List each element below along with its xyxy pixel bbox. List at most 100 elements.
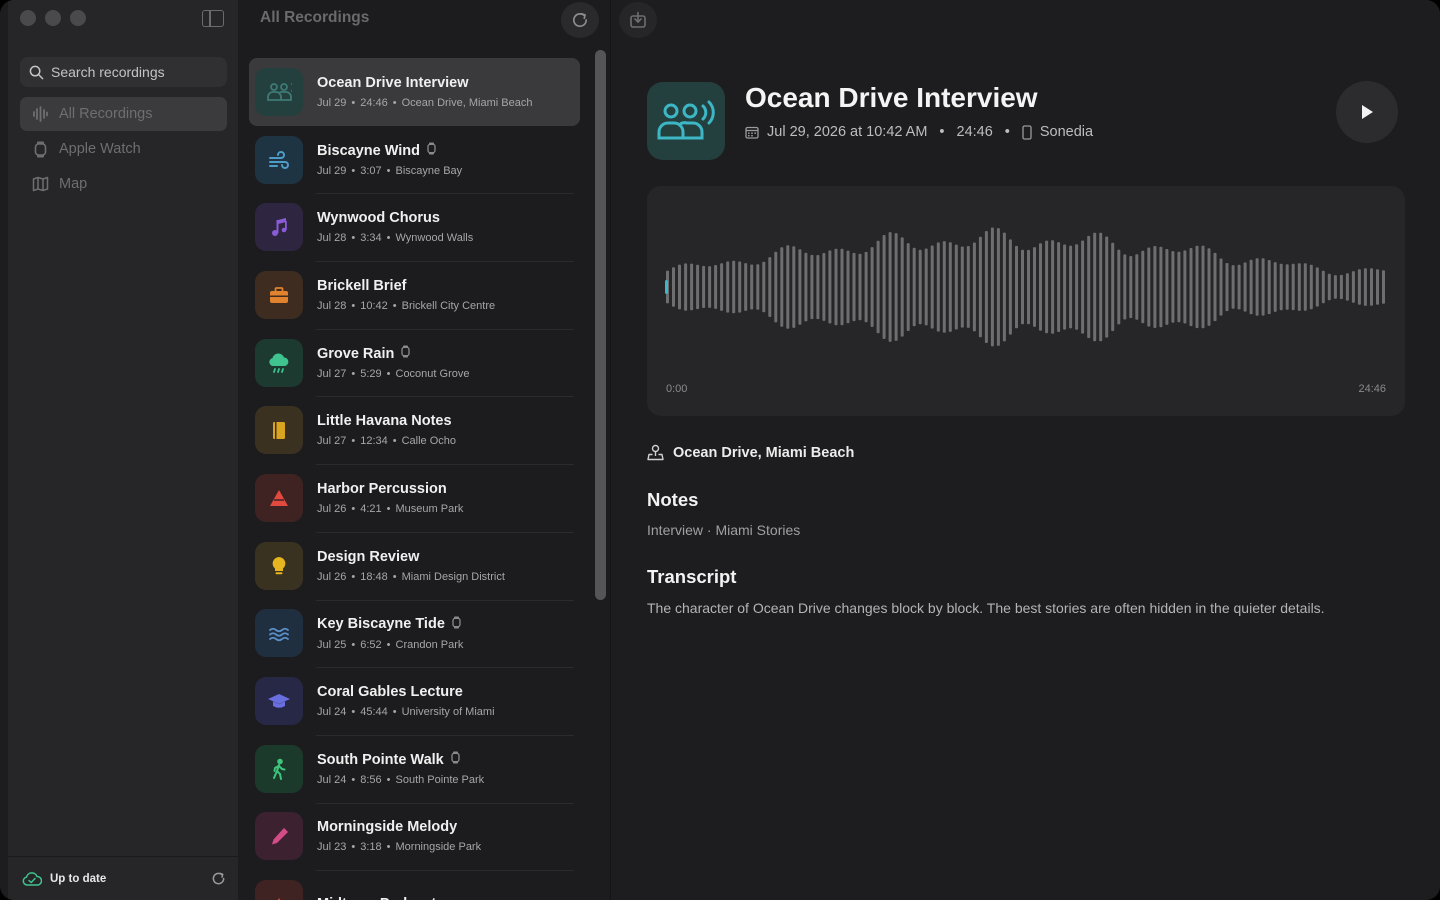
recording-list-item[interactable]: Brickell Brief Jul 28 • 10:42 • Brickell City… xyxy=(249,261,580,329)
recording-list-item[interactable]: Biscayne Wind Jul 29 • 3:07 • Biscayne Bay xyxy=(249,126,580,194)
zoom-window-button[interactable] xyxy=(70,10,86,26)
waveform-player[interactable]: 0:00 24:46 xyxy=(647,186,1405,416)
recording-text: Morningside Melody Jul 23 • 3:18 • Morningsid… xyxy=(317,819,481,853)
waveform-bar xyxy=(882,235,886,339)
recording-list-item[interactable]: Wynwood Chorus Jul 28 • 3:34 • Wynwood Walls xyxy=(249,193,580,261)
recording-title: Coral Gables Lecture xyxy=(317,684,495,700)
sync-status-text: Up to date xyxy=(50,872,107,885)
sidebar-toggle-icon[interactable] xyxy=(202,10,224,27)
sync-status-bar: Up to date xyxy=(8,856,238,900)
waveform-bar xyxy=(942,241,946,333)
recording-meta: Jul 24 • 45:44 • University of Miami xyxy=(317,706,495,718)
meta-separator: • xyxy=(386,368,391,381)
recording-title: Harbor Percussion xyxy=(317,481,463,497)
waveform-bar xyxy=(1177,251,1181,323)
waveform-bar xyxy=(1171,251,1175,323)
recording-location: Crandon Park xyxy=(395,638,464,651)
sidebar-item-all-recordings[interactable]: All Recordings xyxy=(20,97,227,131)
lightbulb-icon xyxy=(272,556,286,574)
location-label: Ocean Drive, Miami Beach xyxy=(673,444,855,461)
waveform-bar xyxy=(732,260,736,314)
recordings-list: Ocean Drive Interview Jul 29 • 24:46 • Ocean … xyxy=(249,58,580,900)
waveform-bar xyxy=(1081,240,1085,334)
search-input[interactable] xyxy=(51,64,221,80)
meta-separator: • xyxy=(386,841,391,854)
waveform-bar xyxy=(1141,250,1145,324)
walking-icon xyxy=(273,758,286,780)
recording-icon-badge xyxy=(255,677,303,726)
cloud-check-icon xyxy=(22,871,42,886)
search-field[interactable] xyxy=(20,57,227,87)
waves-icon xyxy=(269,628,289,642)
meta-separator: • xyxy=(939,124,945,140)
waveform-bar xyxy=(936,242,940,332)
recording-location[interactable]: Ocean Drive, Miami Beach xyxy=(647,444,854,461)
recording-text: Grove Rain Jul 27 • 5:29 • Coconut Grove xyxy=(317,345,469,380)
waveform-bar xyxy=(1189,248,1193,327)
waveform-bar xyxy=(798,249,802,325)
recording-list-item[interactable]: Harbor Percussion Jul 26 • 4:21 • Museum Park xyxy=(249,464,580,532)
waveform-bar xyxy=(1075,244,1079,330)
waveform[interactable] xyxy=(665,222,1387,352)
waveform-bar xyxy=(1195,245,1199,329)
recording-list-item[interactable]: Little Havana Notes Jul 27 • 12:34 • Calle Oc… xyxy=(249,396,580,464)
close-window-button[interactable] xyxy=(20,10,36,26)
recording-list-item[interactable]: Midtown Podcast xyxy=(249,870,580,900)
waveform-bar xyxy=(834,248,838,326)
meta-separator: • xyxy=(386,774,391,787)
waveform-bar xyxy=(726,261,730,313)
mic-icon xyxy=(277,898,281,900)
waveform-bar xyxy=(786,245,790,329)
recording-duration: 6:52 xyxy=(360,638,382,651)
export-button[interactable] xyxy=(619,2,657,38)
recording-list-item[interactable]: South Pointe Walk Jul 24 • 8:56 • South Point… xyxy=(249,734,580,803)
recording-meta: Jul 23 • 3:18 • Morningside Park xyxy=(317,841,481,853)
waveform-bar xyxy=(1376,269,1379,305)
recording-icon-badge xyxy=(255,270,303,319)
notes-text[interactable]: Interview · Miami Stories xyxy=(647,522,800,538)
recording-date: Jul 27 xyxy=(317,435,347,448)
waveform-bar xyxy=(816,255,820,320)
minimize-window-button[interactable] xyxy=(45,10,61,26)
waveform-bar xyxy=(804,252,808,322)
recording-title-text: Morningside Melody xyxy=(317,819,458,836)
recording-list-item[interactable]: Grove Rain Jul 27 • 5:29 • Coconut Grove xyxy=(249,328,580,397)
waveform-bar xyxy=(1051,240,1055,334)
recording-meta: Jul 27 • 12:34 • Calle Ocho xyxy=(317,435,456,447)
play-button[interactable] xyxy=(1336,81,1398,143)
recording-title: Key Biscayne Tide xyxy=(317,616,463,633)
sidebar-item-map[interactable]: Map xyxy=(20,167,227,201)
recording-location: Brickell City Centre xyxy=(401,299,496,312)
recordings-list-pane: All Recordings Ocean Drive Interview Jul … xyxy=(238,0,610,900)
waveform-bar xyxy=(1015,245,1018,329)
waveform-bar xyxy=(1002,232,1006,342)
waveform-bar xyxy=(1237,264,1241,310)
meta-separator: • xyxy=(351,706,356,719)
recording-location: Museum Park xyxy=(395,502,464,515)
recording-list-item[interactable]: Design Review Jul 26 • 18:48 • Miami Design D… xyxy=(249,531,580,600)
recording-title: Wynwood Chorus xyxy=(317,210,473,226)
waveform-bar xyxy=(1297,263,1301,311)
meta-separator: • xyxy=(351,232,356,245)
recording-icon-badge xyxy=(255,135,303,184)
recording-meta: Jul 28 • 10:42 • Brickell City Centre xyxy=(317,300,495,312)
recording-title-text: Key Biscayne Tide xyxy=(317,616,445,633)
recording-list-item[interactable]: Coral Gables Lecture Jul 24 • 45:44 • Univers… xyxy=(249,667,580,735)
recording-list-item[interactable]: Key Biscayne Tide Jul 25 • 6:52 • Crandon Par… xyxy=(249,599,580,668)
recording-list-item[interactable]: Morningside Melody Jul 23 • 3:18 • Morningsid… xyxy=(249,802,580,871)
sidebar-item-apple-watch[interactable]: Apple Watch xyxy=(20,132,227,166)
waveform-bar xyxy=(1231,265,1235,309)
recording-title-text: Brickell Brief xyxy=(317,277,407,294)
recording-icon-badge xyxy=(255,541,303,590)
recording-text: Wynwood Chorus Jul 28 • 3:34 • Wynwood Walls xyxy=(317,210,473,244)
recording-location: Ocean Drive, Miami Beach xyxy=(401,96,533,109)
list-title: All Recordings xyxy=(260,9,370,26)
recording-list-item[interactable]: Ocean Drive Interview Jul 29 • 24:46 • Ocean … xyxy=(249,58,580,126)
refresh-icon[interactable] xyxy=(211,871,226,886)
recording-icon-badge xyxy=(255,473,303,522)
list-scrollbar[interactable] xyxy=(595,50,606,600)
watch-icon xyxy=(34,141,47,157)
recording-title-text: Midtown Podcast xyxy=(317,896,436,900)
playhead[interactable] xyxy=(665,280,668,294)
refresh-button[interactable] xyxy=(561,2,599,38)
